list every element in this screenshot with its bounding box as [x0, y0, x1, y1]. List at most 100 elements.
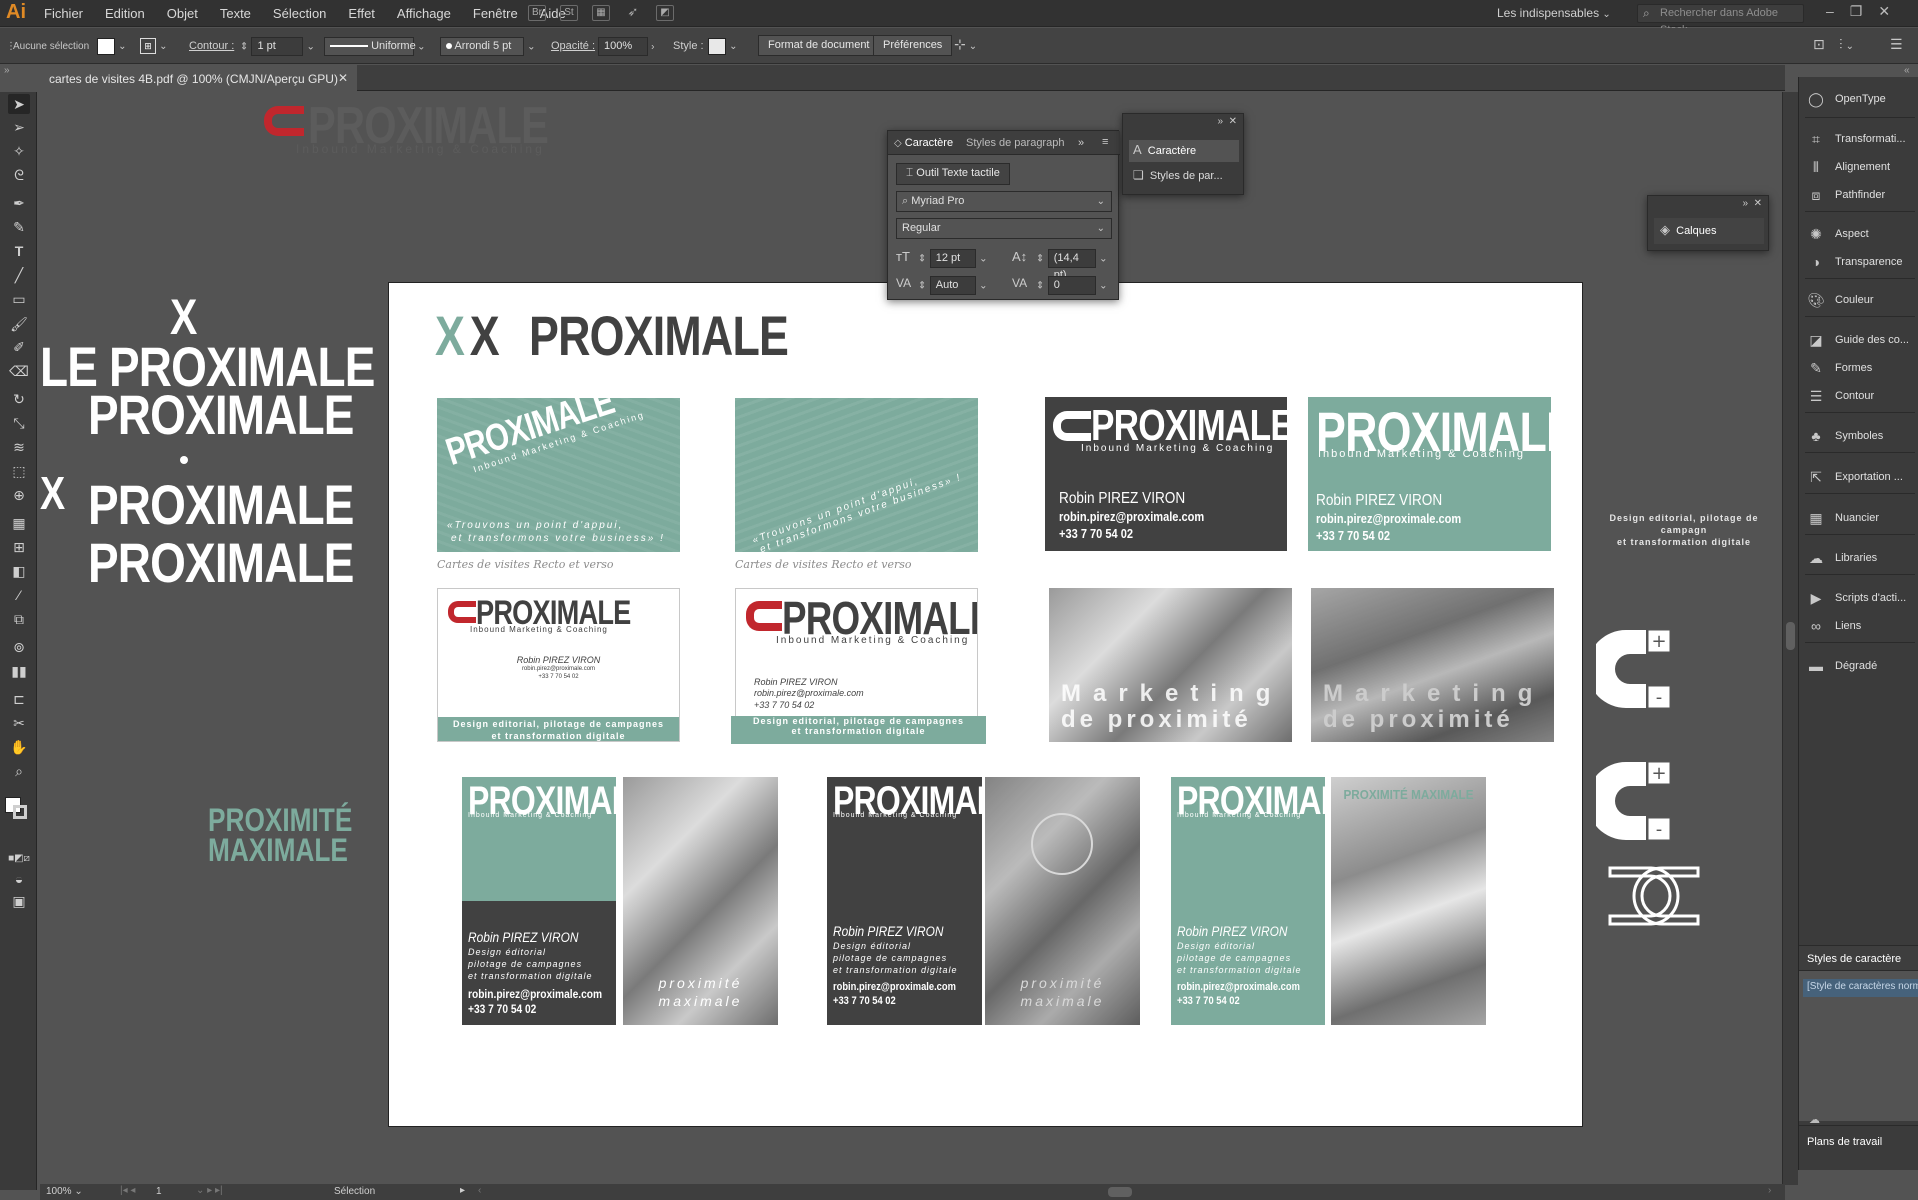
artboard[interactable]: XX PROXIMALE PROXIMALE Inbound Marketing…	[388, 282, 1583, 1127]
panel-aspect[interactable]: ✺ Aspect	[1807, 222, 1869, 246]
contour-weight-field[interactable]: ⇕ 1 pt ⌄	[240, 37, 315, 56]
panel-transform[interactable]: ⌗ Transformati...	[1807, 127, 1905, 151]
expand-panels-icon[interactable]: »	[1078, 137, 1084, 149]
panel-links[interactable]: ∞ Liens	[1807, 614, 1861, 638]
eraser-tool-icon[interactable]: ⌫	[8, 361, 30, 381]
close-panel-icon[interactable]: ✕	[1754, 198, 1762, 209]
mesh-tool-icon[interactable]: ⊞	[8, 537, 30, 557]
collapse-toolbar-icon[interactable]: »	[4, 65, 10, 76]
menu-selection[interactable]: Sélection	[273, 6, 326, 21]
perspective-grid-tool-icon[interactable]: ▦	[8, 513, 30, 533]
panel-menu-icon[interactable]: ≡	[1102, 136, 1108, 148]
vertical-scrollbar[interactable]	[1782, 92, 1798, 1185]
restore-icon[interactable]: ❐	[1850, 3, 1863, 20]
panel-pathfinder[interactable]: ⧈ Pathfinder	[1807, 183, 1886, 207]
character-style-normal[interactable]: [Style de caractères norm	[1803, 979, 1918, 997]
scale-tool-icon[interactable]: ⤡	[8, 413, 30, 433]
panel-align[interactable]: ⫴ Alignement	[1807, 155, 1890, 179]
font-family-dropdown[interactable]: ⌕ Myriad Pro ⌄	[896, 191, 1112, 212]
warp-tool-icon[interactable]: ≋	[8, 437, 30, 457]
leading-field[interactable]: ⇕ (14,4 pt) ⌄	[1036, 249, 1107, 281]
card-recto-teal[interactable]: PROXIMALE Inbound Marketing & Coaching «…	[437, 398, 680, 552]
touch-type-button[interactable]: ⌶ Outil Texte tactile	[896, 163, 1010, 185]
rectangle-tool-icon[interactable]: ▭	[8, 289, 30, 309]
panel-transparency[interactable]: ◑ Transparence	[1807, 250, 1903, 274]
scroll-thumb[interactable]	[1786, 622, 1795, 650]
opacity-field[interactable]: 100% ›	[598, 37, 654, 56]
card-white-small[interactable]: PROXIMALE Inbound Marketing & Coaching R…	[437, 588, 680, 742]
kerning-field[interactable]: ⇕ Auto ⌄	[918, 276, 987, 295]
magic-wand-tool-icon[interactable]: ✧	[8, 141, 30, 161]
workspace-switcher[interactable]: Les indispensables ⌄	[1497, 6, 1611, 20]
lasso-tool-icon[interactable]: ᘓ	[8, 165, 30, 185]
screen-mode-icon[interactable]: ▣	[8, 891, 30, 911]
tab-artboards[interactable]: Plans de travail	[1807, 1136, 1882, 1148]
menu-objet[interactable]: Objet	[167, 6, 198, 21]
symbol-sprayer-tool-icon[interactable]: ⊚	[8, 637, 30, 657]
hand-tool-icon[interactable]: ✋	[8, 737, 30, 757]
menu-edition[interactable]: Edition	[105, 6, 145, 21]
fill-swatch[interactable]: ⌄	[97, 37, 126, 56]
curvature-tool-icon[interactable]: ✎	[8, 217, 30, 237]
panel-actions[interactable]: ▶ Scripts d'acti...	[1807, 586, 1907, 610]
tab-character-styles[interactable]: Styles de caractère	[1807, 953, 1901, 965]
panel-opentype[interactable]: ◯ OpenType	[1807, 87, 1886, 111]
zoom-field[interactable]: 100% ⌄	[46, 1186, 83, 1197]
stock-icon[interactable]: St	[560, 5, 578, 21]
minimize-icon[interactable]: –	[1826, 3, 1834, 20]
vcard-3-photo[interactable]: PROXIMITÉ MAXIMALE	[1331, 777, 1486, 1025]
stroke-profile-dropdown[interactable]: Uniforme ⌄	[324, 37, 425, 56]
eyedropper-tool-icon[interactable]: ⁄	[8, 585, 30, 605]
close-tab-icon[interactable]: ✕	[338, 71, 348, 85]
vcard-2-dark[interactable]: PROXIMALE Inbound Marketing & Coaching R…	[827, 777, 982, 1025]
color-mode-icons[interactable]: ■◩⧄	[8, 849, 30, 869]
panel-export[interactable]: ⇱ Exportation ...	[1807, 465, 1903, 489]
horizontal-scroll-thumb[interactable]	[1108, 1187, 1132, 1197]
card-photo-marketing-2[interactable]: Marketing de proximité	[1311, 588, 1554, 742]
close-panel-icon[interactable]: ✕	[1229, 116, 1237, 127]
artboard-number-field[interactable]: 1	[156, 1186, 162, 1197]
vcard-3-teal[interactable]: PROXIMALE Inbound Marketing & Coaching R…	[1171, 777, 1325, 1025]
expand-icon[interactable]: »	[1217, 116, 1223, 127]
status-menu-icon[interactable]: ▸	[460, 1185, 465, 1196]
panel-swatches[interactable]: ▦ Nuancier	[1807, 506, 1879, 530]
zoom-tool-icon[interactable]: ⌕	[8, 761, 30, 781]
control-menu-icon[interactable]: ☰	[1890, 37, 1903, 56]
artboard-tool-icon[interactable]: ⊏	[8, 689, 30, 709]
free-transform-tool-icon[interactable]: ⬚	[8, 461, 30, 481]
bridge-icon[interactable]: Br	[528, 5, 546, 21]
menu-effet[interactable]: Effet	[348, 6, 375, 21]
type-tool-icon[interactable]: T	[8, 241, 30, 261]
scroll-right-icon[interactable]: ›	[1768, 1185, 1771, 1196]
tab-caractere[interactable]: ◇ Caractère	[894, 137, 953, 149]
vcard-2-photo[interactable]: proximité maximale	[985, 777, 1140, 1025]
column-graph-tool-icon[interactable]: ▮▮	[8, 661, 30, 681]
expand-icon[interactable]: »	[1742, 198, 1748, 209]
artboard-nav-next[interactable]: ⌄ ▸ ▸|	[196, 1185, 223, 1196]
drawing-mode-icon[interactable]: ◒	[8, 869, 30, 889]
align-icon[interactable]: ⫶ ⌄	[1839, 37, 1854, 56]
document-setup-button[interactable]: Format de document	[758, 35, 880, 56]
menu-fenetre[interactable]: Fenêtre	[473, 6, 518, 21]
shaper-tool-icon[interactable]: ✐	[8, 337, 30, 357]
artboard-nav-prev[interactable]: |◂ ◂	[120, 1185, 135, 1196]
panel-libraries[interactable]: ☁ Libraries	[1807, 546, 1877, 570]
slice-tool-icon[interactable]: ✂	[8, 713, 30, 733]
tracking-field[interactable]: ⇕ 0 ⌄	[1036, 276, 1107, 295]
font-size-field[interactable]: ⇕ 12 pt ⌄	[918, 249, 987, 268]
pen-tool-icon[interactable]: ✒	[8, 193, 30, 213]
collapse-panels-icon[interactable]: «	[1904, 65, 1910, 76]
fill-stroke-control[interactable]	[5, 797, 29, 819]
panel-brushes[interactable]: ✎ Formes	[1807, 356, 1872, 380]
tab-styles-paragraphe[interactable]: Styles de paragraph	[966, 137, 1066, 149]
card-verso-teal[interactable]: «Trouvons un point d'appui, et transform…	[735, 398, 978, 552]
close-icon[interactable]: ✕	[1878, 3, 1890, 20]
stock-search-input[interactable]: ⌕Rechercher dans Adobe Stock	[1637, 4, 1804, 36]
card-teal-contact[interactable]: PROXIMALE Inbound Marketing & Coaching R…	[1308, 397, 1551, 551]
style-swatch[interactable]: ⌄	[708, 37, 737, 56]
paragraph-styles-button[interactable]: ❏ Styles de par...	[1129, 166, 1239, 188]
panel-color[interactable]: 🎨︎ Couleur	[1807, 288, 1873, 312]
card-photo-marketing-1[interactable]: Marketing de proximité	[1049, 588, 1292, 742]
font-style-dropdown[interactable]: Regular ⌄	[896, 218, 1112, 239]
character-panel-button[interactable]: A Caractère	[1129, 140, 1239, 162]
